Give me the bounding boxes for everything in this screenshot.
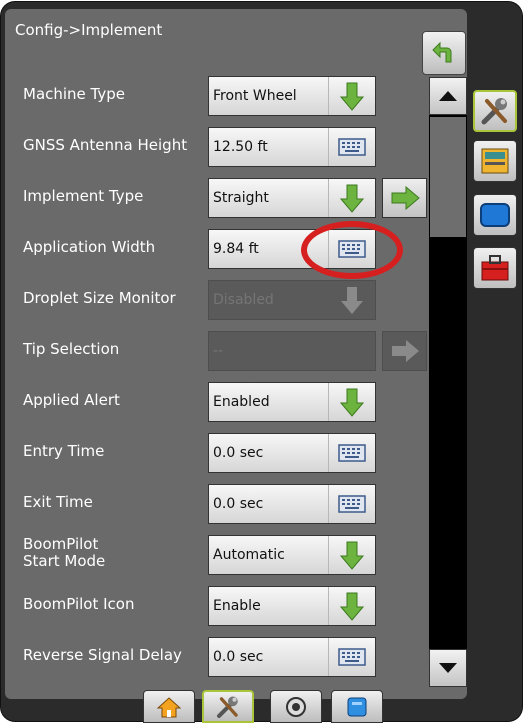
tools-icon [217,695,238,718]
field-value: Front Wheel [213,88,297,104]
field-value: Enable [213,598,261,614]
green-down-arrow-icon [340,592,364,621]
dropdown-button[interactable] [328,383,375,421]
tab-guidance[interactable] [270,690,322,723]
keyboard-icon [338,138,366,156]
row-label: Reverse Signal Delay [23,645,182,664]
toolbox-icon [481,255,509,281]
tab-system-setup[interactable] [202,690,254,723]
row-reverse-signal-delay: Reverse Signal Delay 0.0 sec [5,633,467,683]
config-panel: Config->Implement Machine Type Front Whe… [5,9,467,699]
keyboard-icon [338,495,366,513]
gray-right-arrow-icon [391,340,419,362]
row-tip-selection: Tip Selection -- [5,327,467,377]
row-entry-time: Entry Time 0.0 sec [5,429,467,479]
green-down-arrow-icon [340,184,364,213]
field-value: 12.50 ft [213,139,268,155]
field-value: 9.84 ft [213,241,259,257]
row-applied-alert: Applied Alert Enabled [5,378,467,428]
row-exit-time: Exit Time 0.0 sec [5,480,467,530]
green-right-arrow-icon [391,186,420,210]
page-title: Config->Implement [15,21,163,39]
keyboard-icon [338,648,366,666]
row-boompilot-start-mode: BoomPilot Start Mode Automatic [5,531,467,581]
row-label: Machine Type [23,84,126,103]
dropdown-button [329,281,375,319]
gray-down-arrow-icon [341,287,363,314]
boompilot-icon-select[interactable]: Enable [208,586,376,626]
tip-selection-field: -- [208,331,376,371]
green-down-arrow-icon [340,388,364,417]
row-boompilot-icon: BoomPilot Icon Enable [5,582,467,632]
exit-time-field[interactable]: 0.0 sec [208,484,376,524]
display-icon [480,203,510,227]
row-label: Implement Type [23,186,144,205]
row-label: Applied Alert [23,390,120,409]
implement-type-select[interactable]: Straight [208,178,376,218]
field-value: Disabled [213,292,274,308]
keyboard-button[interactable] [328,434,375,472]
row-droplet-size-monitor: Droplet Size Monitor Disabled [5,276,467,326]
tab-console[interactable] [473,140,517,182]
highlight-circle [301,221,403,279]
field-value: Enabled [213,394,270,410]
field-value: -- [213,343,224,359]
data-icon [347,697,367,716]
row-label: GNSS Antenna Height [23,135,188,154]
row-machine-type: Machine Type Front Wheel [5,72,467,122]
home-icon [156,696,182,717]
entry-time-field[interactable]: 0.0 sec [208,433,376,473]
back-button[interactable] [422,31,466,75]
applied-alert-select[interactable]: Enabled [208,382,376,422]
triangle-down-icon [439,663,457,673]
triangle-up-icon [439,91,457,101]
keyboard-icon [338,444,366,462]
row-label: Droplet Size Monitor [23,288,176,307]
dropdown-button[interactable] [328,587,375,625]
tab-tools[interactable] [473,90,517,132]
field-value: 0.0 sec [213,496,264,512]
keyboard-button[interactable] [328,638,375,676]
tab-toolbox[interactable] [473,247,517,289]
green-down-arrow-icon [340,541,364,570]
row-label: Tip Selection [23,339,120,358]
gnss-antenna-height-field[interactable]: 12.50 ft [208,127,376,167]
tab-data[interactable] [331,690,383,723]
green-down-arrow-icon [340,82,364,111]
row-label: Exit Time [23,492,93,511]
field-value: 0.0 sec [213,649,264,665]
scrollbar-thumb[interactable] [430,117,466,237]
row-label: Entry Time [23,441,105,460]
field-value: Straight [213,190,269,206]
tools-icon [481,98,507,125]
droplet-size-monitor-select: Disabled [208,280,376,320]
scroll-up-button[interactable] [429,77,467,115]
field-value: Automatic [213,547,285,563]
row-label: BoomPilot Icon [23,594,135,613]
tab-home[interactable] [143,690,195,723]
row-label: Application Width [23,237,156,256]
tab-display[interactable] [473,194,517,236]
boompilot-start-mode-select[interactable]: Automatic [208,535,376,575]
implement-type-next-button[interactable] [382,178,427,218]
back-arrow-icon [432,41,452,63]
console-icon [481,148,509,174]
scroll-down-button[interactable] [429,649,467,687]
row-implement-type: Implement Type Straight [5,174,467,224]
dropdown-button[interactable] [328,179,375,217]
keyboard-button[interactable] [328,485,375,523]
row-gnss-antenna-height: GNSS Antenna Height 12.50 ft [5,123,467,173]
row-label: BoomPilot Start Mode [23,535,106,570]
reverse-signal-delay-field[interactable]: 0.0 sec [208,637,376,677]
dropdown-button[interactable] [328,77,375,115]
tip-selection-next-button [382,331,427,371]
machine-type-select[interactable]: Front Wheel [208,76,376,116]
keyboard-button[interactable] [328,128,375,166]
guidance-icon [286,696,306,717]
dropdown-button[interactable] [328,536,375,574]
field-value: 0.0 sec [213,445,264,461]
